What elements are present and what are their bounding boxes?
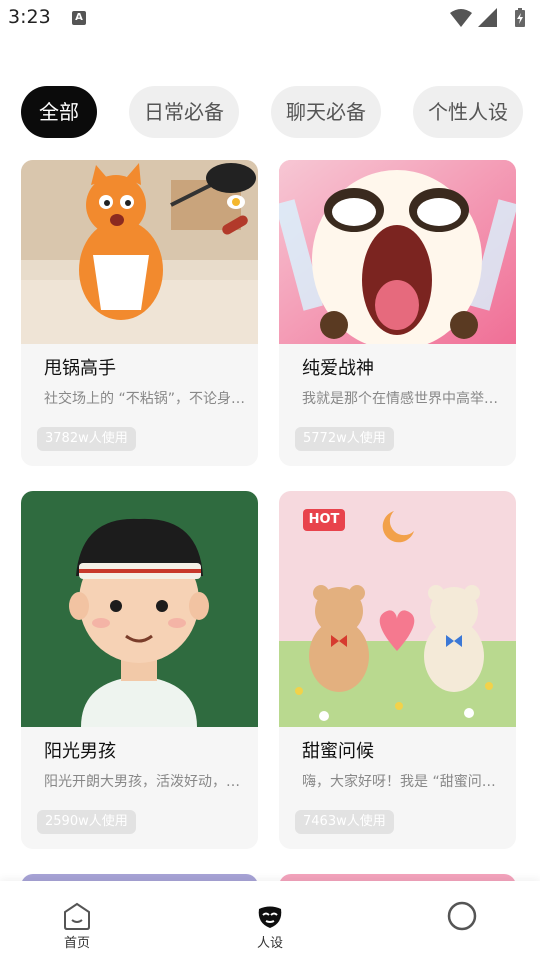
nav-home-label: 首页 <box>63 936 90 951</box>
profile-circle-icon <box>447 901 477 931</box>
status-bar: 3:23 A <box>0 0 540 36</box>
signal-icon <box>478 8 497 27</box>
nav-persona-label: 人设 <box>256 936 283 951</box>
nav-home[interactable]: 首页 <box>17 881 137 960</box>
persona-card[interactable]: 纯爱战神 我就是那个在情感世界中高举… 5772w人使用 <box>279 160 516 466</box>
nav-profile[interactable] <box>402 881 522 960</box>
crying-cartoon-character-image <box>279 160 516 344</box>
card-description: 嗨，大家好呀！我是 “甜蜜问候… <box>302 774 508 790</box>
card-title: 阳光男孩 <box>44 741 116 762</box>
usage-count-badge: 3782w人使用 <box>37 427 136 451</box>
card-description: 阳光开朗大男孩，活泼好动，… <box>44 774 240 790</box>
notification-app-icon: A <box>72 11 86 25</box>
orange-cat-with-frying-pan-image <box>21 160 258 344</box>
home-face-icon <box>64 902 90 930</box>
status-time: 3:23 <box>8 6 51 28</box>
boy-with-headband-avatar-image <box>21 491 258 727</box>
nav-persona[interactable]: 人设 <box>210 881 330 960</box>
persona-card[interactable]: 阳光男孩 阳光开朗大男孩，活泼好动，… 2590w人使用 <box>21 491 258 849</box>
card-title: 甩锅高手 <box>44 358 116 379</box>
category-tabs: 全部 日常必备 聊天必备 个性人设 <box>21 86 540 138</box>
persona-card[interactable]: 甩锅高手 社交场上的 “不粘锅”，不论身… 3782w人使用 <box>21 160 258 466</box>
persona-mask-icon <box>258 906 282 928</box>
card-title: 纯爱战神 <box>302 358 374 379</box>
hot-badge: HOT <box>303 509 345 531</box>
tab-all[interactable]: 全部 <box>21 86 97 138</box>
usage-count-badge: 7463w人使用 <box>295 810 394 834</box>
usage-count-badge: 5772w人使用 <box>295 427 394 451</box>
tab-chat[interactable]: 聊天必备 <box>271 86 381 138</box>
card-description: 社交场上的 “不粘锅”，不论身… <box>44 391 245 407</box>
tab-personality[interactable]: 个性人设 <box>413 86 523 138</box>
wifi-icon <box>450 9 472 27</box>
card-description: 我就是那个在情感世界中高举… <box>302 391 498 407</box>
battery-icon <box>515 8 525 27</box>
status-icons <box>450 8 530 28</box>
tab-daily[interactable]: 日常必备 <box>129 86 239 138</box>
card-title: 甜蜜问候 <box>302 741 374 762</box>
persona-card[interactable]: HOT 甜蜜问候 嗨，大家好呀！我是 “甜蜜问候… 7463w人使用 <box>279 491 516 849</box>
bottom-navigation: 首页 人设 <box>0 881 540 960</box>
usage-count-badge: 2590w人使用 <box>37 810 136 834</box>
